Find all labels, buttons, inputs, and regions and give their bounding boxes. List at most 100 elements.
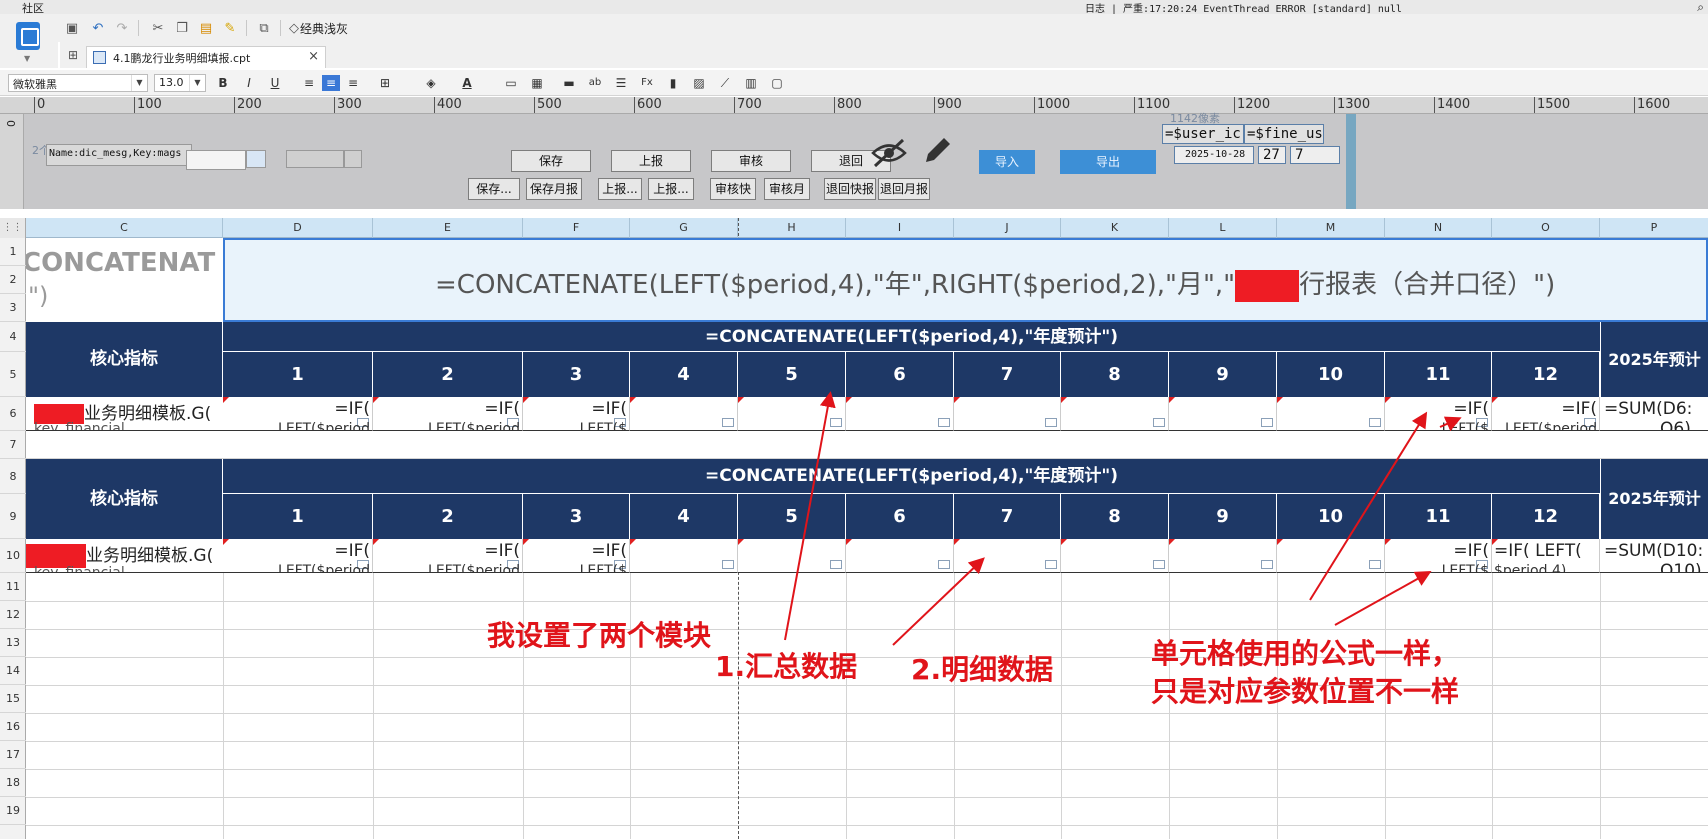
formula-cell[interactable]: =IF(LEFT($: [523, 397, 630, 431]
formula-cell[interactable]: =IF(LEFT($: [1385, 397, 1492, 431]
submit-dots-button-2[interactable]: 上报...: [648, 178, 694, 200]
undo-icon[interactable]: ↶: [88, 18, 108, 38]
formula-cell[interactable]: [846, 397, 954, 431]
column-header[interactable]: H: [738, 218, 846, 238]
month-header[interactable]: 9: [1169, 494, 1277, 539]
column-header[interactable]: J: [954, 218, 1061, 238]
checkbox-icon[interactable]: [1369, 418, 1381, 427]
review-button[interactable]: 审核: [711, 150, 791, 172]
formula-cell[interactable]: [1061, 397, 1169, 431]
grid-icon[interactable]: ⊞: [68, 48, 78, 62]
checkbox-icon[interactable]: [1261, 560, 1273, 569]
text-icon[interactable]: ab: [586, 75, 604, 91]
row10-label-cell[interactable]: 业务明细模板.G( key_financial: [26, 539, 223, 573]
row-header[interactable]: 3: [0, 294, 26, 322]
redo-icon[interactable]: ↷: [112, 18, 132, 38]
formula-cell[interactable]: [954, 539, 1061, 573]
row-header[interactable]: 18: [0, 769, 26, 797]
column-header[interactable]: P: [1600, 218, 1708, 238]
user-id-field[interactable]: =$user_ic: [1162, 124, 1244, 144]
paragraph-icon[interactable]: ☰: [612, 75, 630, 91]
year-forecast-header-2[interactable]: =CONCATENATE(LEFT($period,4),"年度预计"): [223, 459, 1600, 494]
row-header[interactable]: 13: [0, 629, 26, 657]
checkbox-icon[interactable]: [1369, 560, 1381, 569]
formula-cell[interactable]: =IF(LEFT($period: [373, 397, 523, 431]
column-header[interactable]: E: [373, 218, 523, 238]
log-status[interactable]: 日志 | 严重:17:20:24 EventThread ERROR [stan…: [1085, 0, 1402, 15]
hidden-eye-icon[interactable]: [869, 136, 909, 170]
month-header[interactable]: 9: [1169, 352, 1277, 397]
row-header[interactable]: 2: [0, 266, 26, 294]
column-header[interactable]: N: [1385, 218, 1492, 238]
row-header[interactable]: 8: [0, 459, 26, 494]
month-header[interactable]: 3: [523, 494, 630, 539]
dict-param-widget[interactable]: Name:dic_mesg,Key:mags: [46, 144, 192, 166]
submit-dots-button[interactable]: 上报...: [598, 178, 642, 200]
core-indicator-header[interactable]: 核心指标: [26, 322, 223, 397]
preview-icon[interactable]: ⧉: [254, 18, 274, 38]
formula-cell[interactable]: [738, 397, 846, 431]
checkbox-icon[interactable]: [938, 418, 950, 427]
column-header[interactable]: D: [223, 218, 373, 238]
row-header[interactable]: 5: [0, 352, 26, 397]
column-header[interactable]: F: [523, 218, 630, 238]
row-header[interactable]: 12: [0, 601, 26, 629]
formula-cell[interactable]: =IF(LEFT($period: [373, 539, 523, 573]
font-color-icon[interactable]: A: [458, 75, 476, 91]
formula-cell[interactable]: [1169, 539, 1277, 573]
month-header[interactable]: 8: [1061, 352, 1169, 397]
checkbox-icon[interactable]: [1153, 560, 1165, 569]
row-header[interactable]: 16: [0, 713, 26, 741]
row-header[interactable]: 17: [0, 741, 26, 769]
formula-cell[interactable]: [1277, 397, 1385, 431]
formula-cell[interactable]: =IF(LEFT($period: [1492, 397, 1600, 431]
column-header[interactable]: K: [1061, 218, 1169, 238]
tab-report-file[interactable]: 4.1鹏龙行业务明细填报.cpt ×: [86, 46, 326, 68]
month-header[interactable]: 6: [846, 352, 954, 397]
month-header[interactable]: 12: [1492, 494, 1600, 539]
insert-row-icon[interactable]: ▬: [560, 75, 578, 91]
fine-user-field[interactable]: =$fine_us: [1244, 124, 1324, 144]
format-painter-icon[interactable]: ✎: [220, 18, 240, 38]
formula-cell[interactable]: [630, 397, 738, 431]
formula-cell[interactable]: [630, 539, 738, 573]
formula-cell[interactable]: =IF( LEFT($period,4),: [1492, 539, 1600, 573]
fill-color-icon[interactable]: ◈: [422, 75, 440, 91]
row-header[interactable]: 11: [0, 573, 26, 601]
align-center-icon[interactable]: ≡: [322, 75, 340, 91]
border-icon[interactable]: ⊞: [376, 75, 394, 91]
formula-cell[interactable]: [1061, 539, 1169, 573]
pencil-icon[interactable]: [920, 134, 954, 168]
row-header[interactable]: 10: [0, 539, 26, 573]
month-header[interactable]: 6: [846, 494, 954, 539]
close-icon[interactable]: ×: [308, 49, 319, 64]
subreport-icon[interactable]: ▥: [742, 75, 760, 91]
formula-cell[interactable]: [1169, 397, 1277, 431]
checkbox-icon[interactable]: [1261, 418, 1273, 427]
core-indicator-header-2[interactable]: 核心指标: [26, 459, 223, 539]
app-menu-button[interactable]: ▼: [0, 14, 58, 68]
checkbox-icon[interactable]: [830, 418, 842, 427]
column-header[interactable]: M: [1277, 218, 1385, 238]
export-button[interactable]: 导出: [1060, 150, 1156, 174]
chevron-down-icon[interactable]: [246, 150, 266, 168]
month-header[interactable]: 10: [1277, 494, 1385, 539]
column-header[interactable]: O: [1492, 218, 1600, 238]
save-icon[interactable]: ▣: [62, 18, 82, 38]
align-left-icon[interactable]: ≡: [300, 75, 318, 91]
row-header[interactable]: 1: [0, 238, 26, 266]
month-header[interactable]: 3: [523, 352, 630, 397]
row-header[interactable]: 19: [0, 797, 26, 825]
row6-label-cell[interactable]: 业务明细模板.G( key_financial: [26, 397, 223, 431]
row-header[interactable]: 9: [0, 494, 26, 539]
image-icon[interactable]: ▨: [690, 75, 708, 91]
row-header[interactable]: 6: [0, 397, 26, 431]
slash-icon[interactable]: ⟋: [716, 75, 734, 91]
checkbox-icon[interactable]: [722, 560, 734, 569]
formula-cell[interactable]: [738, 539, 846, 573]
search-icon[interactable]: ⌕: [1697, 0, 1704, 15]
month-header[interactable]: 4: [630, 494, 738, 539]
save-dots-button[interactable]: 保存...: [468, 178, 520, 200]
column-header[interactable]: I: [846, 218, 954, 238]
param-pane-resize-bar[interactable]: [1346, 114, 1356, 209]
